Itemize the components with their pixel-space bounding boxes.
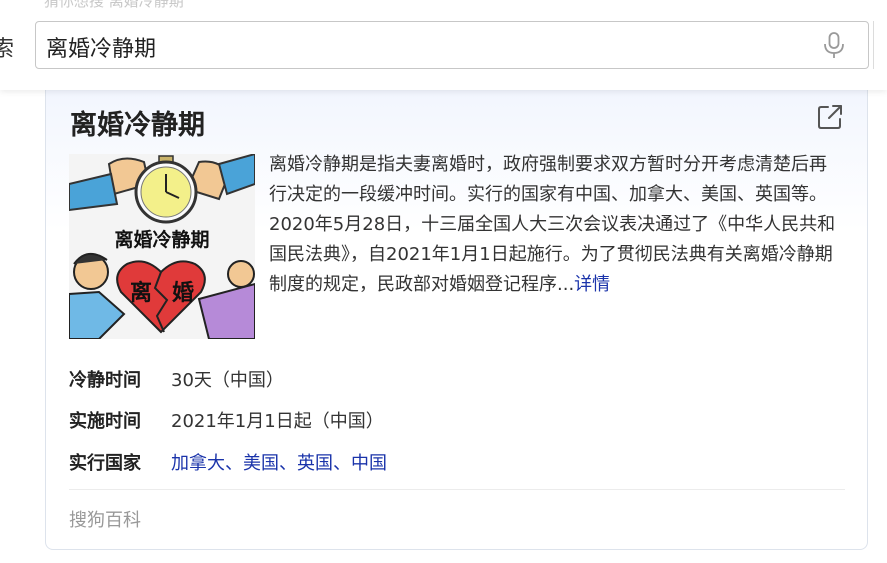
attribute-label: 冷静时间 [69, 370, 141, 391]
encyclopedia-card: 离婚冷静期 离婚冷静期 离 婚 离婚冷静期是指夫妻离婚时，政府强制要求双方暂时分… [45, 80, 868, 550]
country-link[interactable]: 美国 [243, 453, 279, 474]
image-word-hun: 婚 [172, 280, 194, 306]
microphone-icon[interactable] [822, 32, 846, 60]
summary-text: 离婚冷静期是指夫妻离婚时，政府强制要求双方暂时分开考虑清楚后再行决定的一段缓冲时… [269, 154, 836, 295]
card-title[interactable]: 离婚冷静期 [70, 103, 205, 142]
image-title-text: 离婚冷静期 [114, 228, 209, 251]
link-separator: 、 [279, 453, 297, 474]
link-separator: 、 [333, 453, 351, 474]
detail-link[interactable]: 详情 [574, 274, 610, 295]
country-link[interactable]: 中国 [351, 453, 387, 474]
search-label-cut: 索 [0, 37, 15, 62]
search-input[interactable]: 离婚冷静期 [46, 31, 156, 63]
card-image[interactable]: 离婚冷静期 离 婚 [69, 154, 255, 339]
attribute-value: 2021年1月1日起（中国） [171, 411, 384, 432]
card-divider [69, 489, 845, 490]
image-word-li: 离 [130, 280, 152, 306]
card-summary: 离婚冷静期是指夫妻离婚时，政府强制要求双方暂时分开考虑清楚后再行决定的一段缓冲时… [269, 150, 839, 300]
suggestion-text-cut: 猜你想搜 离婚冷静期 [44, 0, 184, 10]
attribute-label: 实施时间 [69, 411, 141, 432]
country-link[interactable]: 加拿大 [171, 453, 225, 474]
search-box[interactable]: 离婚冷静期 [35, 21, 869, 69]
source-label[interactable]: 搜狗百科 [69, 506, 141, 532]
link-separator: 、 [225, 453, 243, 474]
country-links: 加拿大、美国、英国、中国 [171, 449, 387, 475]
divorce-cartoon-illustration: 离婚冷静期 离 婚 [69, 154, 255, 339]
search-header: 猜你想搜 离婚冷静期 索 离婚冷静期 [0, 0, 887, 90]
country-link[interactable]: 英国 [297, 453, 333, 474]
attribute-label: 实行国家 [69, 453, 141, 474]
search-button-edge[interactable] [873, 21, 887, 69]
attribute-value: 30天（中国） [171, 370, 284, 391]
external-link-icon[interactable] [816, 103, 844, 131]
